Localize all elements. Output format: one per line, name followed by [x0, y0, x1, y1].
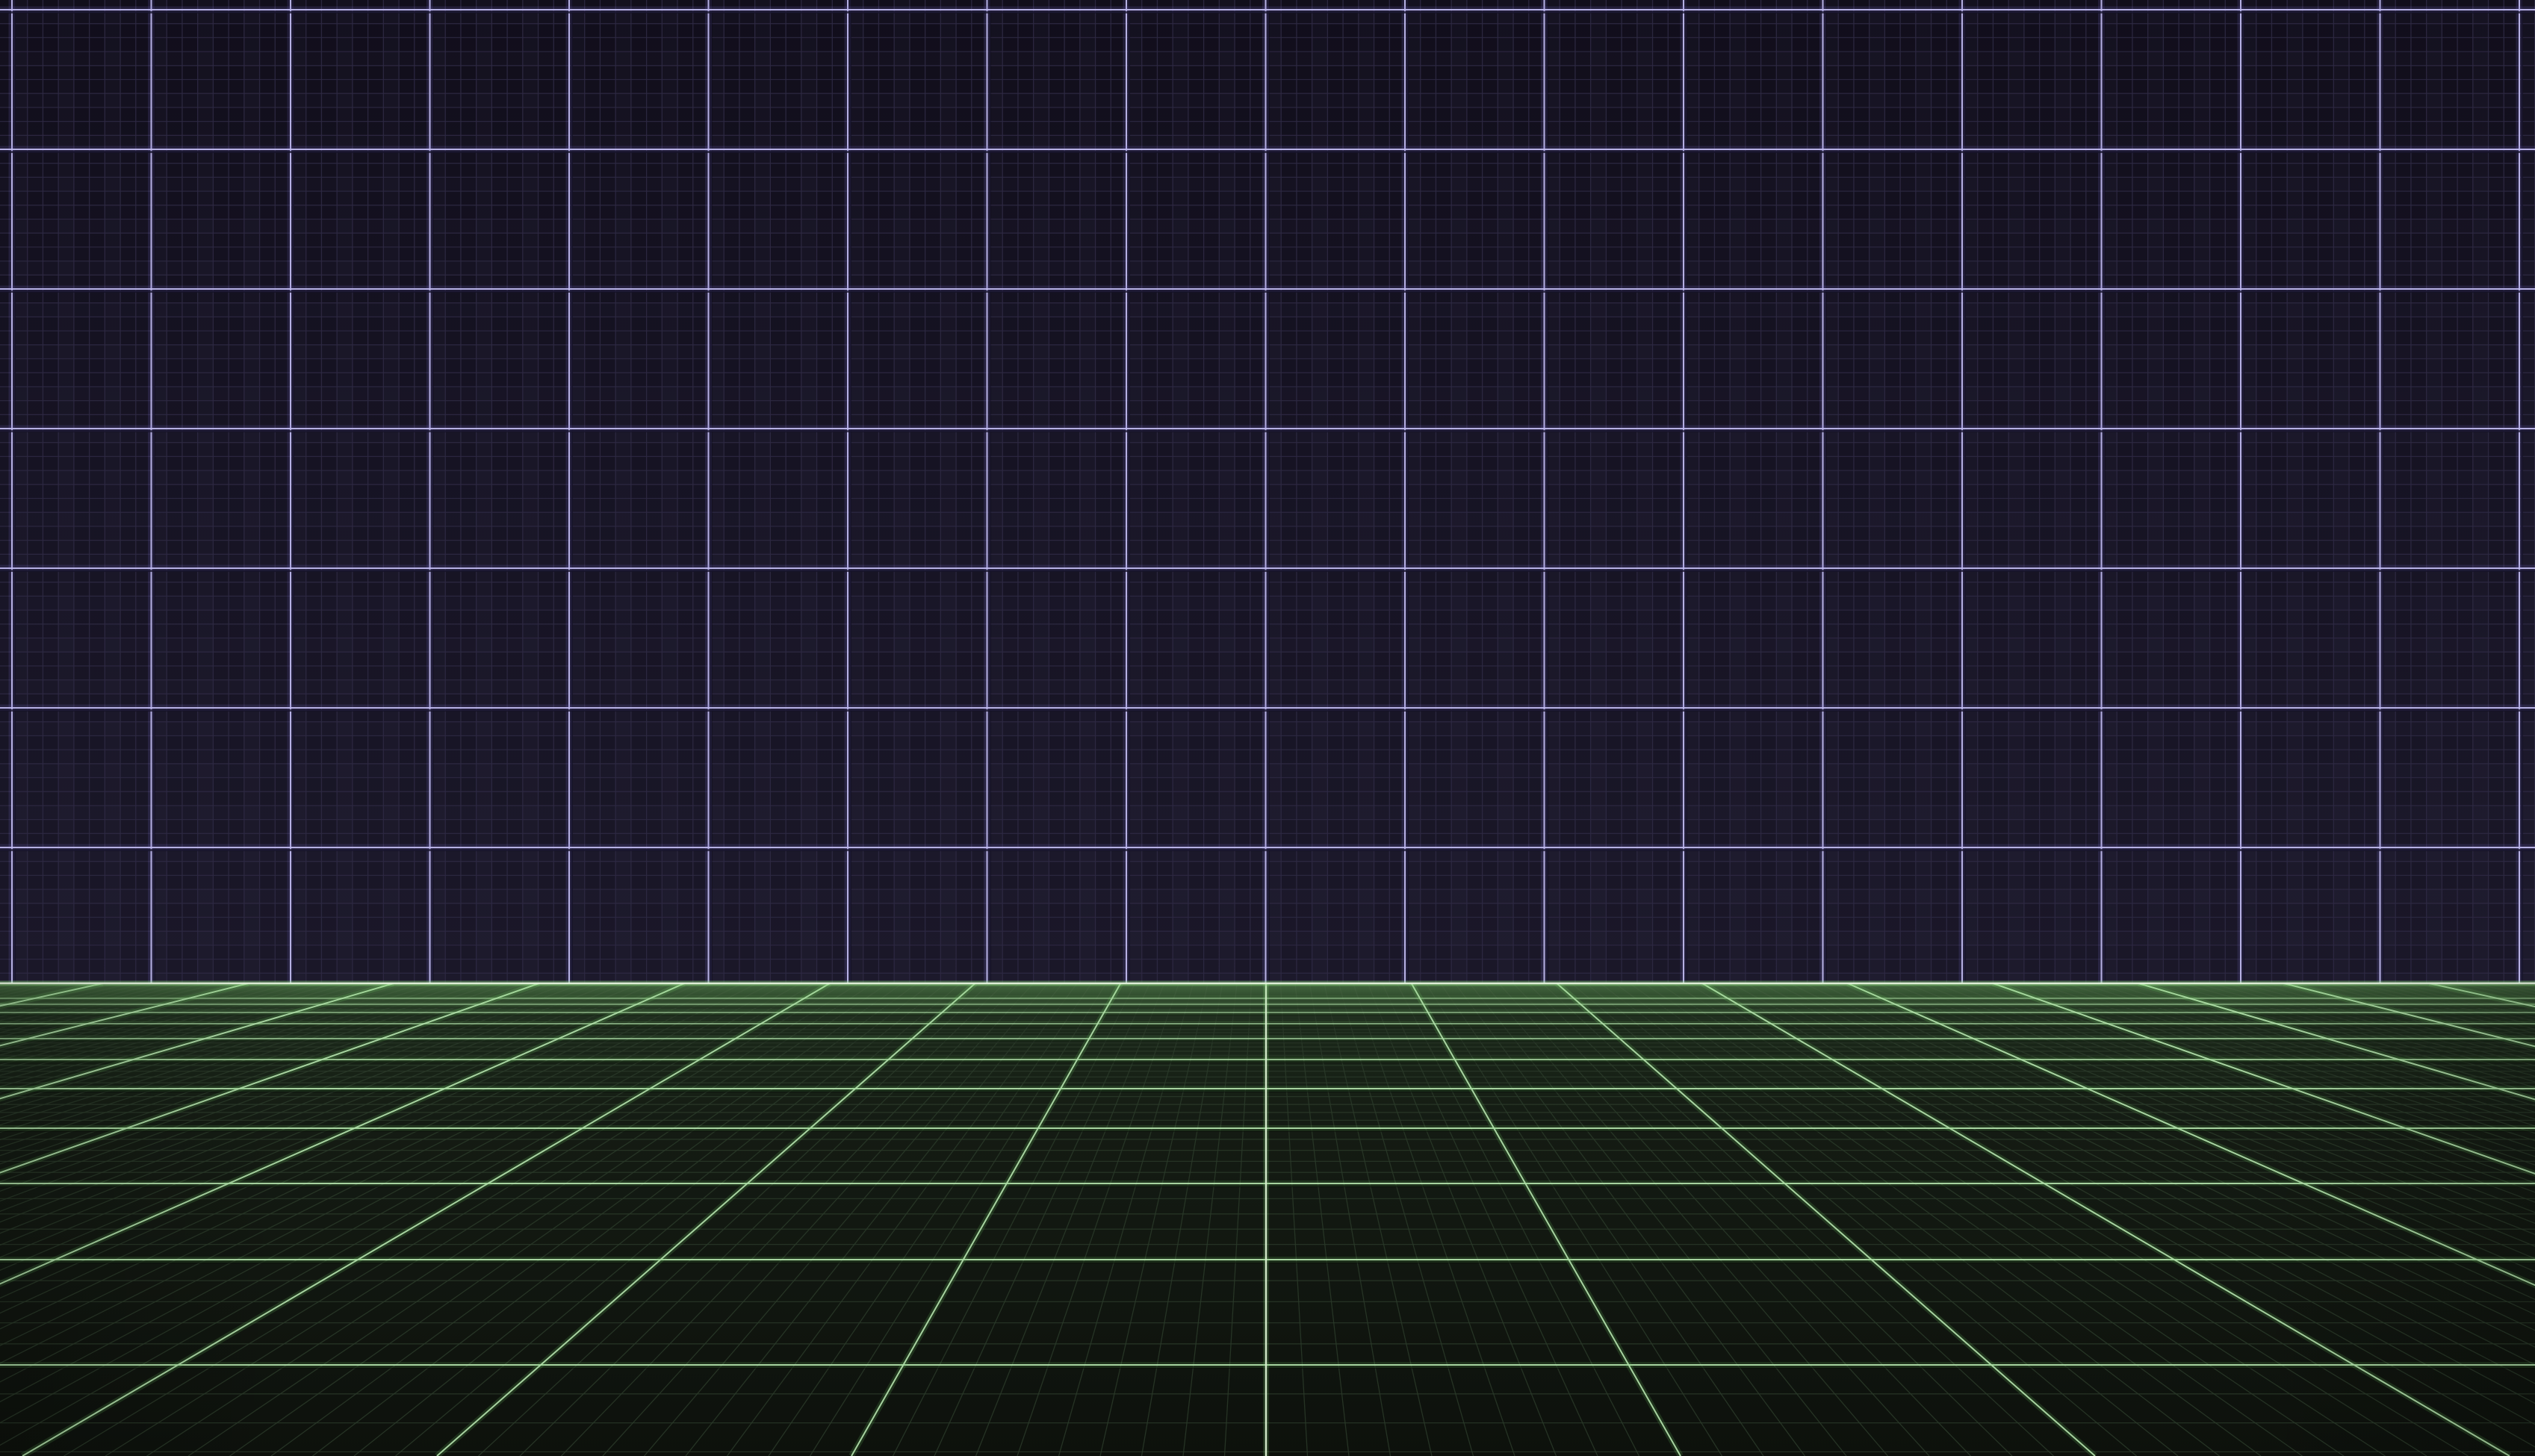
- vignette-overlay: [0, 983, 2535, 1456]
- scene-graphic: [0, 0, 2535, 1456]
- wall-grid: [0, 0, 2535, 987]
- synthwave-room-background: [0, 0, 2535, 1456]
